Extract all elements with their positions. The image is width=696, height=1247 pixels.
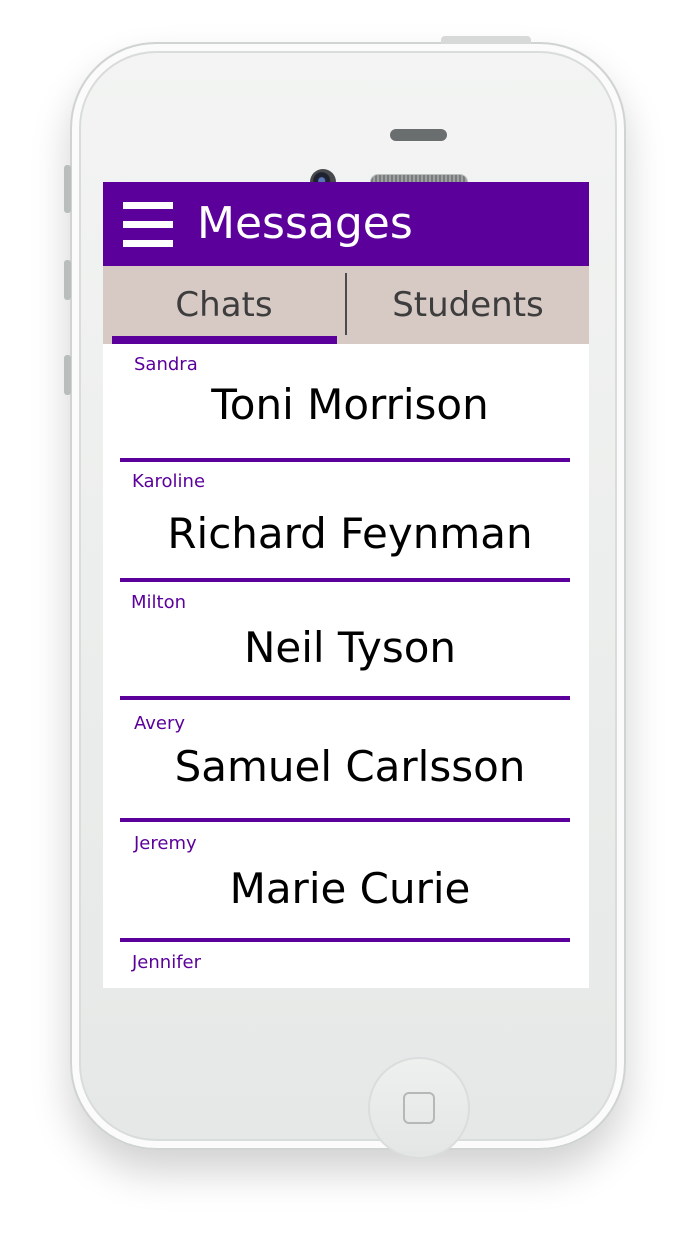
chat-name: Toni Morrison [211, 380, 489, 429]
chat-sender: Jeremy [134, 833, 197, 854]
list-item[interactable]: Avery Samuel Carlsson [103, 700, 589, 822]
list-item[interactable]: Sandra Toni Morrison [103, 344, 589, 462]
page-title: Messages [197, 198, 413, 249]
chat-name: Neil Tyson [243, 623, 457, 672]
chat-name: Richard Feynman [167, 509, 533, 558]
volume-up-button [64, 260, 71, 300]
chat-sender: Sandra [134, 354, 198, 375]
list-item[interactable]: Jennifer [103, 942, 589, 988]
chat-sender: Milton [131, 592, 187, 613]
mute-switch [64, 165, 71, 213]
hamburger-menu-icon[interactable] [123, 202, 173, 248]
chat-sender: Karoline [132, 471, 206, 492]
chat-name: Marie Curie [229, 864, 471, 913]
chat-sender: Jennifer [132, 952, 202, 973]
volume-down-button [64, 355, 71, 395]
chat-sender: Avery [134, 713, 186, 734]
tab-bar: Chats Students [103, 266, 589, 344]
home-square-icon [403, 1092, 435, 1124]
power-button [441, 36, 531, 44]
app-screen: Messages Chats Students Sandra Toni Morr… [103, 182, 589, 988]
list-item[interactable]: Milton Neil Tyson [103, 582, 589, 700]
list-item[interactable]: Karoline Richard Feynman [103, 462, 589, 582]
chat-name: Samuel Carlsson [174, 742, 526, 791]
home-button[interactable] [368, 1057, 470, 1159]
active-tab-indicator [112, 336, 337, 344]
tab-students[interactable]: Students [347, 266, 589, 344]
list-item[interactable]: Jeremy Marie Curie [103, 822, 589, 942]
tab-chats[interactable]: Chats [103, 266, 345, 344]
app-header: Messages [103, 182, 589, 266]
earpiece [390, 129, 447, 141]
